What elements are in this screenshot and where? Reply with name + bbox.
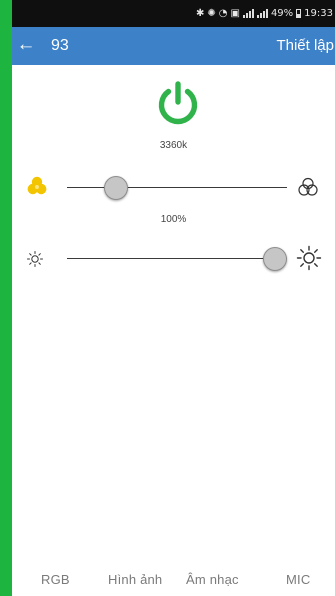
color-temperature-slider[interactable] xyxy=(67,176,287,200)
tab-mic[interactable]: MIC xyxy=(286,572,310,587)
sun-dim-icon[interactable] xyxy=(26,250,44,268)
wifi-icon: ◔ xyxy=(218,8,228,19)
settings-button[interactable]: Thiết lập xyxy=(276,37,334,54)
status-bar: ✱ ✺ ◔ ▣ 49% 19:33 xyxy=(12,0,335,27)
color-temperature-track xyxy=(67,187,287,189)
tab-am-nhac[interactable]: Âm nhạc xyxy=(186,572,239,587)
app-screen: ✱ ✺ ◔ ▣ 49% 19:33 ← 93 Thiết lập 3360k 1… xyxy=(12,0,335,596)
color-circles-icon[interactable] xyxy=(297,176,319,198)
brightness-track xyxy=(67,258,287,260)
bluetooth-icon: ✱ xyxy=(195,8,205,19)
sim-icon: ▣ xyxy=(230,8,240,19)
status-icons: ✱ ✺ ◔ ▣ 49% 19:33 xyxy=(196,8,333,19)
battery-icon xyxy=(296,9,302,18)
clock: 19:33 xyxy=(304,8,333,19)
power-icon[interactable] xyxy=(153,79,203,129)
tab-rgb[interactable]: RGB xyxy=(41,572,70,587)
brightness-slider[interactable] xyxy=(67,247,287,271)
app-bar: ← 93 Thiết lập xyxy=(12,27,335,65)
color-temperature-value: 3360k xyxy=(159,140,188,151)
sun-bright-icon[interactable] xyxy=(296,245,322,271)
back-arrow-icon[interactable]: ← xyxy=(14,33,38,57)
signal-2-icon xyxy=(256,9,268,18)
bottom-tab-bar: RGB Hình ảnh Âm nhạc MIC xyxy=(12,570,335,596)
signal-icon xyxy=(242,9,254,18)
brightness-value: 100% xyxy=(160,214,187,225)
notification-icon: ✺ xyxy=(207,8,216,19)
tab-hinh-anh[interactable]: Hình ảnh xyxy=(108,572,162,587)
device-title: 93 xyxy=(51,37,69,54)
battery-percent: 49% xyxy=(270,8,294,19)
color-dots-icon[interactable] xyxy=(26,175,48,197)
color-temperature-thumb[interactable] xyxy=(104,176,129,200)
brightness-thumb[interactable] xyxy=(263,247,287,271)
